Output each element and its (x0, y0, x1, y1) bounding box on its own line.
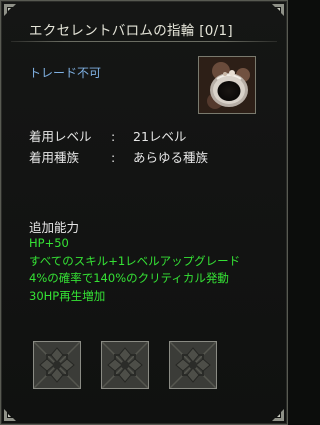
required-race-value: あらゆる種族 (133, 150, 209, 165)
effect-line: 30HP再生増加 (29, 288, 106, 303)
corner-ornament-icon (3, 408, 17, 422)
required-level-separator: : (111, 129, 116, 144)
empty-socket-icon[interactable] (33, 341, 81, 389)
effects-list: HP+50 すべてのスキル+1レベルアップグレード 4%の確率で140%のクリテ… (29, 235, 240, 305)
title-bar: エクセレントバロムの指輪 [0/1] (9, 7, 281, 43)
required-level-value: 21レベル (133, 129, 187, 144)
empty-socket-icon[interactable] (101, 341, 149, 389)
additional-abilities-heading: 追加能力 (29, 220, 80, 235)
required-race-label: 着用種族 (29, 150, 80, 165)
title-divider (11, 41, 277, 42)
effect-line: HP+50 (29, 236, 69, 250)
required-level-label: 着用レベル (29, 129, 92, 144)
corner-ornament-icon (271, 408, 285, 422)
effect-line: 4%の確率で140%のクリティカル発動 (29, 271, 229, 285)
trade-status: トレード不可 (29, 66, 102, 80)
item-tooltip: エクセレントバロムの指輪 [0/1] トレード不可 着用レベル: 21レベル 着用… (0, 0, 288, 425)
required-race-separator: : (111, 150, 116, 165)
required-level-row: 着用レベル: 21レベル (29, 126, 186, 145)
required-race-row: 着用種族: あらゆる種族 (29, 147, 208, 166)
effect-line: すべてのスキル+1レベルアップグレード (29, 253, 241, 268)
item-title: エクセレントバロムの指輪 [0/1] (29, 23, 233, 39)
ring-icon (198, 56, 256, 114)
empty-socket-icon[interactable] (169, 341, 217, 389)
